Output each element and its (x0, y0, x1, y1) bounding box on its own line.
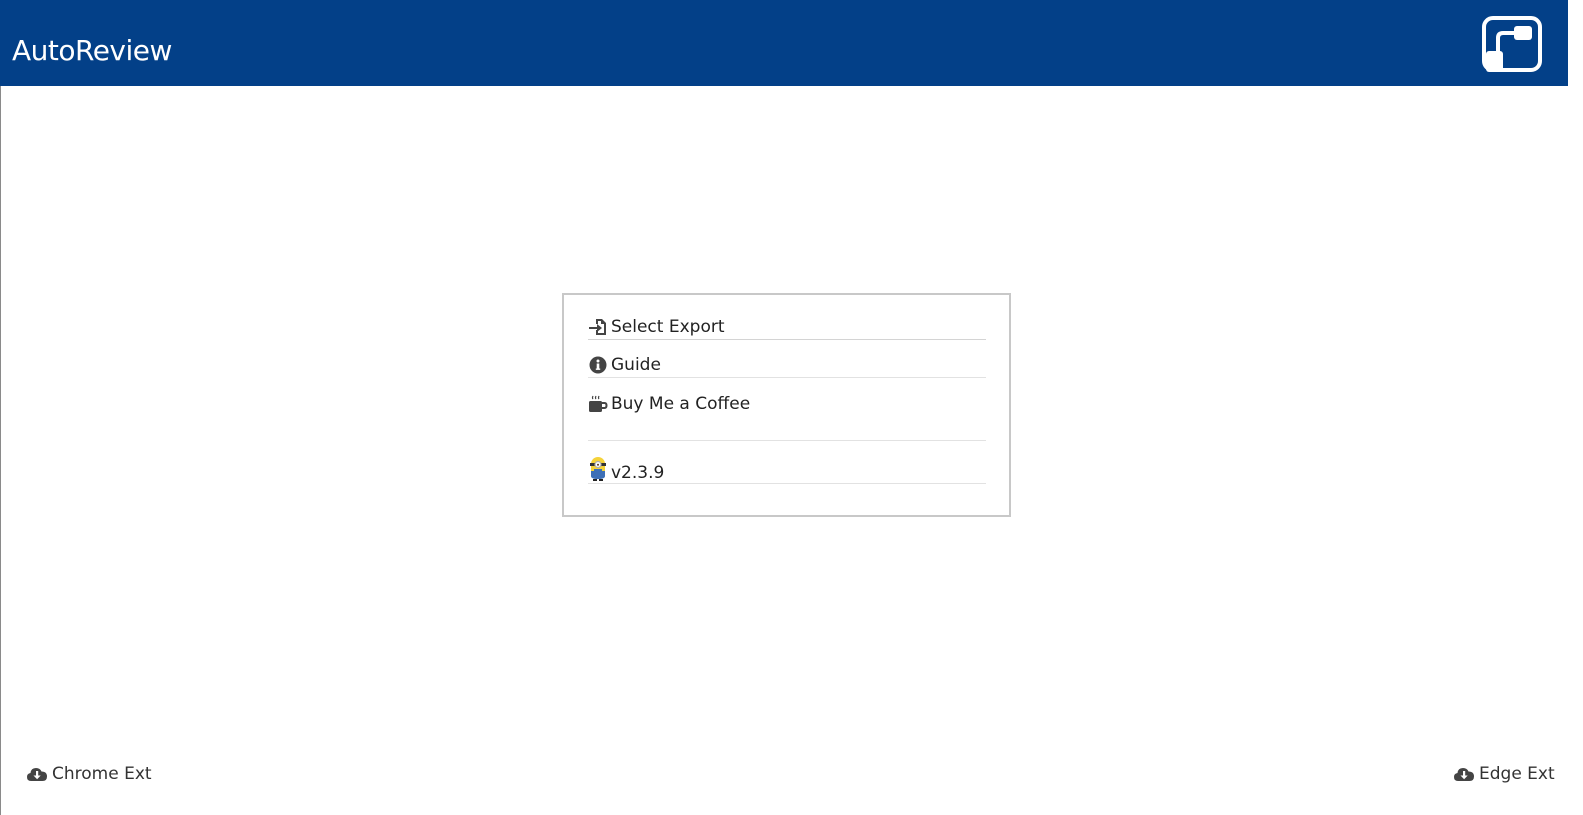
edge-ext-label: Edge Ext (1479, 764, 1555, 784)
chrome-ext-link[interactable]: Chrome Ext (26, 762, 152, 786)
divider (588, 377, 986, 378)
version-item[interactable]: v2.3.9 (588, 455, 986, 483)
file-import-icon (588, 317, 608, 337)
divider (588, 339, 986, 340)
coffee-mug-icon (588, 394, 608, 414)
version-label: v2.3.9 (611, 463, 665, 483)
cloud-download-icon (26, 765, 48, 783)
select-export-button[interactable]: Select Export (588, 314, 986, 340)
divider (588, 440, 986, 441)
info-circle-icon (588, 355, 608, 375)
cloud-download-icon (1453, 765, 1475, 783)
edge-ext-link[interactable]: Edge Ext (1453, 762, 1555, 786)
main-menu: Select Export Guide Buy Me a Coffee v2.3… (562, 293, 1011, 517)
select-export-label: Select Export (611, 317, 725, 337)
guide-label: Guide (611, 355, 661, 375)
chrome-ext-label: Chrome Ext (52, 764, 152, 784)
buy-me-a-coffee-label: Buy Me a Coffee (611, 394, 751, 414)
app-title: AutoReview (12, 34, 172, 67)
divider (588, 483, 986, 484)
app-header: AutoReview (0, 0, 1568, 86)
guide-button[interactable]: Guide (588, 352, 986, 378)
minion-icon (588, 456, 608, 482)
app-logo-icon[interactable] (1481, 15, 1543, 73)
buy-me-a-coffee-button[interactable]: Buy Me a Coffee (588, 391, 986, 417)
